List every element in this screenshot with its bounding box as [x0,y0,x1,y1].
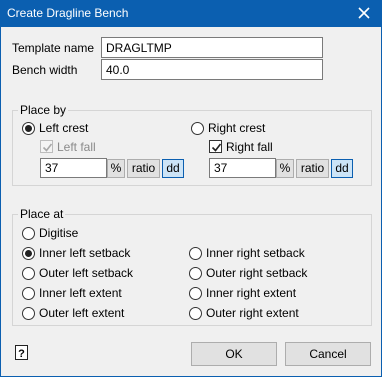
right-fall-percent-button[interactable]: % [276,159,294,178]
window-title: Create Dragline Bench [7,6,129,20]
right-fall-value-input[interactable] [209,158,276,178]
outer-left-setback-radio[interactable] [22,267,35,280]
outer-right-extent-radio[interactable] [189,307,202,320]
inner-right-extent-radio[interactable] [189,287,202,300]
right-crest-radio[interactable] [191,122,204,135]
left-fall-label: Left fall [57,140,96,154]
svg-text:?: ? [18,348,25,360]
left-crest-radio[interactable] [22,122,35,135]
digitise-label[interactable]: Digitise [39,226,78,240]
left-crest-label[interactable]: Left crest [39,121,88,135]
left-fall-percent-button[interactable]: % [107,159,125,178]
left-fall-value-input[interactable] [40,158,107,178]
inner-right-extent-label[interactable]: Inner right extent [206,286,296,300]
right-fall-degrees-button[interactable]: dd [331,159,353,178]
outer-right-setback-radio[interactable] [189,267,202,280]
checkmark-icon [211,143,222,152]
template-name-label: Template name [12,41,95,55]
outer-left-setback-label[interactable]: Outer left setback [39,266,133,280]
left-fall-ratio-button[interactable]: ratio [127,159,160,178]
outer-left-extent-label[interactable]: Outer left extent [39,306,124,320]
bench-width-input[interactable] [101,59,323,80]
right-fall-checkbox[interactable] [209,140,222,153]
digitise-radio[interactable] [22,227,35,240]
dialog-window: Create Dragline Bench Template name Benc… [0,0,382,377]
place-at-title: Place at [18,207,66,221]
inner-left-extent-radio[interactable] [22,287,35,300]
template-name-input[interactable] [101,37,323,58]
bench-width-label: Bench width [12,63,78,77]
outer-left-extent-radio[interactable] [22,307,35,320]
right-fall-ratio-button[interactable]: ratio [296,159,329,178]
right-crest-label[interactable]: Right crest [208,121,265,135]
inner-right-setback-radio[interactable] [189,247,202,260]
close-icon[interactable] [355,4,373,22]
outer-right-extent-label[interactable]: Outer right extent [206,306,299,320]
cancel-button[interactable]: Cancel [285,342,371,366]
inner-left-extent-label[interactable]: Inner left extent [39,286,122,300]
outer-right-setback-label[interactable]: Outer right setback [206,266,307,280]
ok-button[interactable]: OK [191,342,277,366]
checkmark-icon [42,143,53,152]
left-fall-degrees-button[interactable]: dd [162,159,184,178]
inner-left-setback-label[interactable]: Inner left setback [39,246,130,260]
inner-left-setback-radio[interactable] [22,247,35,260]
title-bar: Create Dragline Bench [1,1,381,27]
inner-right-setback-label[interactable]: Inner right setback [206,246,305,260]
help-icon[interactable]: ? [15,345,29,361]
right-fall-label: Right fall [226,140,273,154]
left-fall-checkbox[interactable] [40,140,53,153]
place-by-title: Place by [18,103,69,117]
